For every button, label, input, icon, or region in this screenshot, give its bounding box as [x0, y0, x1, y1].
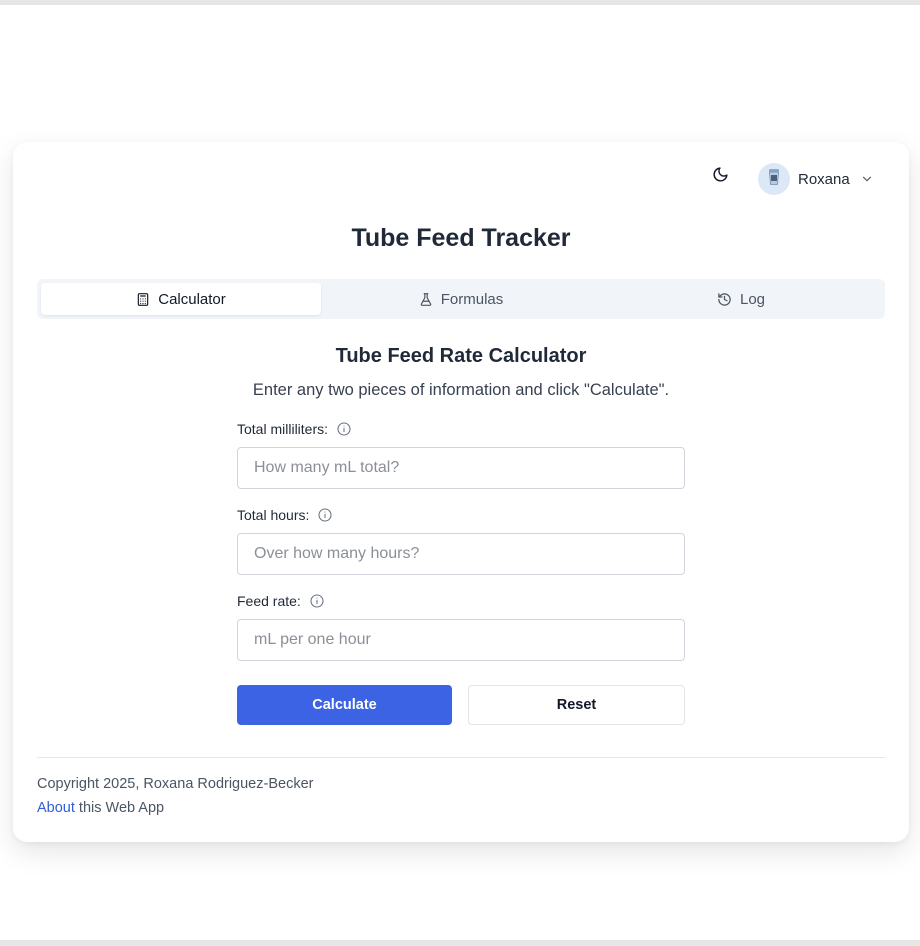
calculator-icon	[136, 292, 150, 307]
tab-log[interactable]: Log	[601, 283, 881, 315]
tab-calculator[interactable]: Calculator	[41, 283, 321, 315]
window-top-edge	[0, 0, 920, 5]
field-label-row: Total milliliters:	[237, 419, 685, 439]
cup-icon	[766, 168, 782, 191]
info-icon[interactable]	[309, 593, 325, 609]
tab-label: Calculator	[158, 290, 226, 308]
chevron-down-icon	[860, 172, 874, 186]
avatar	[758, 163, 790, 195]
about-line: About this Web App	[37, 800, 164, 816]
moon-icon	[712, 166, 729, 188]
total-milliliters-field: Total milliliters:	[237, 419, 685, 489]
about-rest-text: this Web App	[74, 800, 165, 816]
info-icon[interactable]	[336, 421, 352, 437]
history-icon	[717, 292, 732, 307]
copyright-text: Copyright 2025, Roxana Rodriguez-Becker	[37, 776, 314, 792]
user-name: Roxana	[798, 170, 850, 188]
theme-toggle-button[interactable]	[707, 164, 733, 190]
total-hours-input[interactable]	[237, 533, 685, 575]
feed-rate-input[interactable]	[237, 619, 685, 661]
calculator-title: Tube Feed Rate Calculator	[335, 345, 587, 367]
field-label-row: Total hours:	[237, 505, 685, 525]
field-label: Total hours:	[237, 507, 310, 523]
field-label: Feed rate:	[237, 593, 301, 609]
total-milliliters-input[interactable]	[237, 447, 685, 489]
feed-rate-field: Feed rate:	[237, 591, 685, 661]
tab-label: Log	[739, 290, 766, 308]
field-label-row: Feed rate:	[237, 591, 685, 611]
calculator-instructions: Enter any two pieces of information and …	[252, 381, 670, 399]
tab-formulas[interactable]: Formulas	[321, 283, 601, 315]
page-title: Tube Feed Tracker	[351, 224, 571, 252]
footer-divider	[37, 757, 885, 758]
tab-label: Formulas	[440, 290, 504, 308]
app-card: Roxana Tube Feed Tracker Calculator Form…	[13, 142, 909, 842]
field-label: Total milliliters:	[237, 421, 329, 437]
calculate-button[interactable]: Calculate	[237, 685, 452, 725]
flask-icon	[419, 292, 433, 307]
window-bottom-edge	[0, 940, 920, 946]
total-hours-field: Total hours:	[237, 505, 685, 575]
reset-button[interactable]: Reset	[468, 685, 685, 725]
about-link[interactable]: About	[37, 800, 75, 816]
user-menu[interactable]: Roxana	[758, 162, 874, 196]
tab-bar: Calculator Formulas Log	[37, 279, 885, 319]
info-icon[interactable]	[317, 507, 333, 523]
